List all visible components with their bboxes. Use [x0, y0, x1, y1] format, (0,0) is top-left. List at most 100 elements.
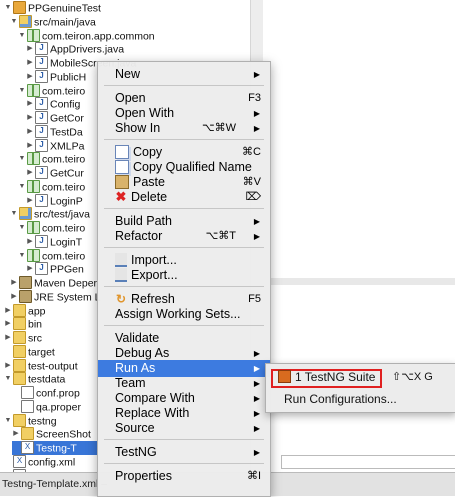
tree-item[interactable]: ▶ JRE System L: [10, 289, 101, 304]
tree-item[interactable]: ▼ src/main/java: [10, 14, 96, 29]
menu-item-show-in[interactable]: Show In ⌥⌘W ▶: [98, 120, 270, 137]
expand-right-icon[interactable]: ▶: [26, 42, 34, 56]
menu-separator: [104, 139, 264, 140]
tree-item[interactable]: ▼ com.teiro: [18, 248, 85, 263]
menu-item-label: Validate: [115, 331, 160, 345]
tree-item[interactable]: ▼ PPGenuineTest: [4, 1, 101, 15]
tree-item[interactable]: ▶ J LoginT: [26, 234, 83, 249]
testng-icon: [278, 370, 291, 384]
expand-right-icon[interactable]: ▶: [12, 427, 20, 441]
menu-item-source[interactable]: Source ▶: [98, 420, 270, 437]
expand-right-icon[interactable]: ▶: [26, 235, 34, 249]
expand-down-icon[interactable]: ▼: [10, 207, 18, 221]
menu-item-shortcut: ⌘I: [246, 470, 261, 482]
tree-item[interactable]: ▼ com.teiro: [18, 179, 85, 194]
tree-item[interactable]: conf.prop: [12, 386, 80, 400]
tree-item[interactable]: ▼ com.teiro: [18, 83, 86, 98]
submenu-arrow-icon: ▶: [253, 232, 260, 241]
tree-item[interactable]: ▼ testdata: [4, 372, 65, 386]
refresh-icon: ↻: [115, 291, 127, 306]
tree-item-label: com.teiro: [42, 153, 86, 166]
menu-item-text: Assign Working Sets...: [115, 306, 241, 323]
tree-item[interactable]: ▼ src/test/java: [10, 207, 90, 221]
expand-right-icon[interactable]: ▶: [26, 97, 34, 111]
expand-down-icon[interactable]: ▼: [18, 29, 26, 43]
tree-item[interactable]: ▶ ScreenShot: [12, 427, 91, 441]
tree-item[interactable]: ▶ J TestDa: [26, 124, 83, 139]
tree-item[interactable]: ▶ J GetCur: [26, 166, 84, 180]
menu-item-refactor[interactable]: Refactor ⌥⌘T ▶: [98, 228, 270, 245]
expand-right-icon[interactable]: ▶: [26, 194, 34, 208]
tree-item-label: LoginT: [50, 236, 83, 249]
tree-item[interactable]: target: [4, 344, 55, 359]
tree-item[interactable]: ▶ J AppDrivers.java: [26, 42, 124, 56]
tree-item[interactable]: ▶ J XMLPa: [26, 138, 84, 153]
expand-right-icon[interactable]: ▶: [26, 111, 34, 125]
expand-right-icon[interactable]: ▶: [26, 139, 34, 153]
copy-icon: [115, 144, 129, 159]
expand-down-icon[interactable]: ▼: [10, 15, 18, 29]
xml-file-icon: X: [13, 454, 26, 468]
tree-item[interactable]: ▶ app: [4, 303, 46, 318]
tree-item-label: LoginP: [50, 194, 83, 207]
expand-right-icon[interactable]: ▶: [10, 290, 18, 304]
tree-item[interactable]: Xconfig.xml: [4, 454, 75, 469]
menu-item-export[interactable]: Export...: [98, 267, 270, 284]
menu-item-label: Copy: [133, 145, 163, 159]
expand-right-icon[interactable]: ▶: [26, 70, 34, 84]
menu-item-assign-working-sets[interactable]: Assign Working Sets...: [98, 306, 270, 323]
tree-item[interactable]: ▼ com.teiro: [18, 152, 85, 166]
menu-item-label: Import...: [131, 253, 177, 267]
expand-down-icon[interactable]: ▼: [4, 372, 12, 386]
expand-right-icon[interactable]: ▶: [26, 125, 34, 139]
menu-item-label: Open With: [115, 106, 175, 120]
copy-qualified-icon: [115, 159, 129, 174]
tree-item[interactable]: ▶ src: [4, 331, 42, 345]
expand-down-icon[interactable]: ▼: [4, 414, 12, 428]
tree-item[interactable]: ▼ com.teiro: [18, 221, 85, 235]
expand-right-icon[interactable]: ▶: [26, 262, 34, 276]
expand-down-icon[interactable]: ▼: [18, 84, 26, 98]
menu-separator: [104, 247, 264, 248]
expand-down-icon[interactable]: ▼: [18, 221, 26, 235]
library-icon: [19, 276, 32, 289]
tree-item[interactable]: ▶ J PPGen: [26, 262, 84, 276]
tree-item[interactable]: ▶ bin: [4, 317, 42, 331]
tree-item-label: app: [28, 304, 46, 317]
tree-item[interactable]: qa.proper: [12, 399, 81, 414]
expand-right-icon[interactable]: ▶: [10, 276, 18, 290]
menu-item-new[interactable]: New ▶: [98, 66, 270, 83]
menu-item-testng[interactable]: TestNG ▶: [98, 444, 270, 461]
tree-item[interactable]: ▶ test-output: [4, 358, 78, 373]
tree-item[interactable]: ▼ testng: [4, 413, 57, 428]
tree-item-label: com.teiro: [42, 84, 86, 97]
expand-right-icon[interactable]: ▶: [4, 359, 12, 373]
tree-item[interactable]: ▶ J LoginP: [26, 193, 83, 208]
editor-input[interactable]: [281, 455, 455, 469]
tree-item[interactable]: X Testng-T: [12, 441, 97, 455]
expand-down-icon[interactable]: ▼: [18, 249, 26, 263]
tree-item[interactable]: ▶ J PublicH: [26, 69, 86, 84]
expand-right-icon[interactable]: ▶: [26, 56, 34, 70]
tree-item[interactable]: ▶ J GetCor: [26, 111, 84, 125]
tree-item[interactable]: ▶ Maven Deper: [10, 276, 97, 290]
menu-item-properties[interactable]: Properties ⌘I: [98, 468, 270, 485]
delete-icon: ✖: [115, 188, 127, 204]
tree-item[interactable]: ▶ J Config: [26, 97, 80, 111]
expand-right-icon[interactable]: ▶: [4, 331, 12, 345]
expand-right-icon[interactable]: ▶: [4, 317, 12, 331]
menu-item-delete[interactable]: ✖ Delete ⌦: [98, 189, 270, 206]
expand-down-icon[interactable]: ▼: [18, 152, 26, 166]
java-file-icon: J: [35, 42, 48, 56]
expand-right-icon[interactable]: ▶: [4, 304, 12, 318]
menu-item-testng-suite[interactable]: 1 TestNG Suite ⇧⌥X G: [266, 367, 455, 388]
tree-item-label: ScreenShot: [36, 428, 91, 441]
expand-down-icon[interactable]: ▼: [4, 1, 12, 15]
menu-separator: [104, 208, 264, 209]
java-file-icon: J: [35, 69, 48, 83]
expand-down-icon[interactable]: ▼: [18, 180, 26, 194]
menu-item-run-configurations[interactable]: Run Configurations...: [266, 389, 455, 409]
tree-item[interactable]: ▼ com.teiron.app.common: [18, 28, 155, 43]
expand-right-icon[interactable]: ▶: [26, 166, 34, 180]
folder-icon: [13, 331, 26, 344]
